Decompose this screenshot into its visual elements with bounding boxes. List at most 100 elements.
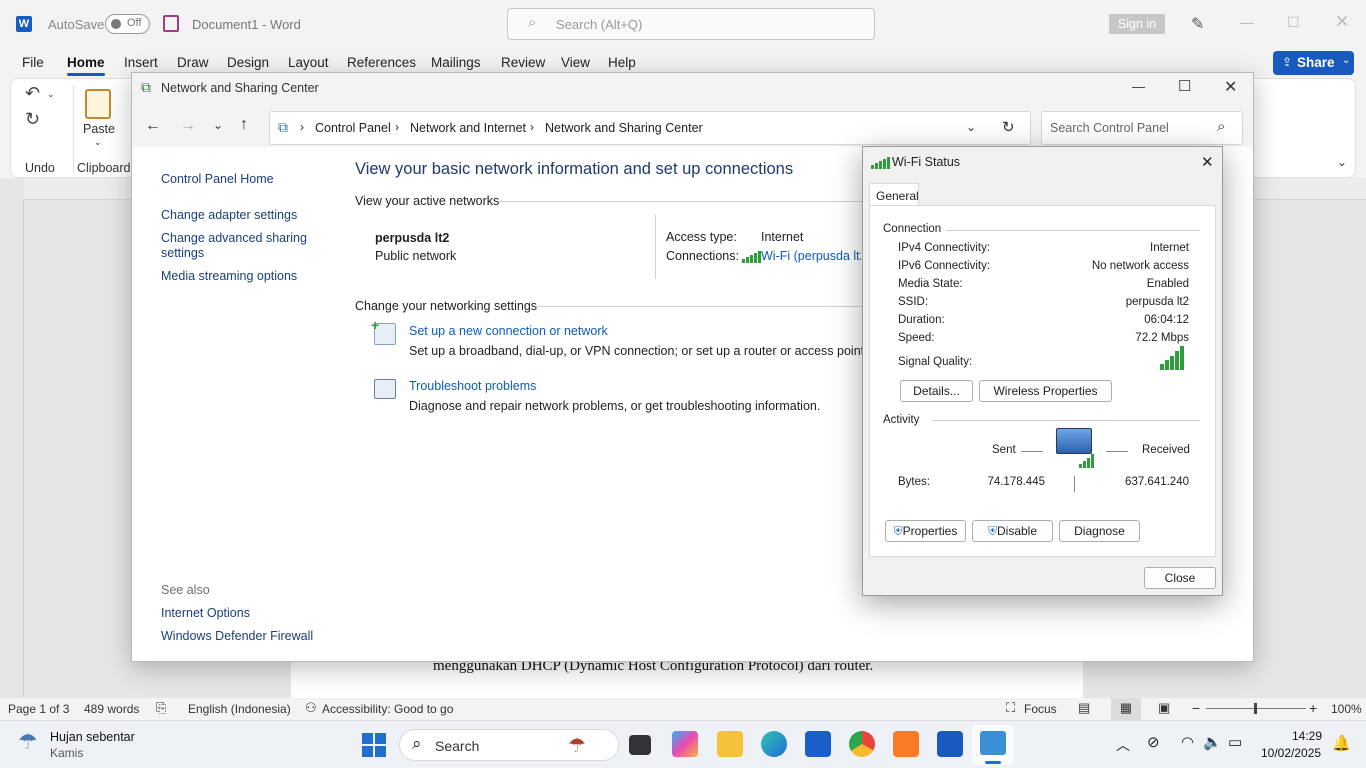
copilot-icon[interactable]: [672, 731, 698, 757]
accessibility-status[interactable]: Accessibility: Good to go: [322, 702, 453, 716]
address-box[interactable]: ⧉ › Control Panel › Network and Internet…: [269, 111, 1031, 145]
sign-in-button[interactable]: Sign in: [1109, 14, 1165, 34]
network-type[interactable]: Public network: [375, 249, 456, 263]
diagnose-button[interactable]: Diagnose: [1059, 520, 1140, 542]
control-panel-small-icon: ⧉: [278, 119, 288, 135]
weather-rain-icon[interactable]: ☂: [18, 729, 38, 755]
word-count[interactable]: 489 words: [84, 702, 139, 716]
zoom-out-icon[interactable]: −: [1192, 700, 1200, 716]
share-button[interactable]: ⇪ Share ⌄: [1273, 51, 1354, 75]
web-layout-icon[interactable]: ▣: [1158, 700, 1170, 716]
change-advanced-sharing-link[interactable]: Change advanced sharing settings: [161, 231, 311, 261]
new-connection-icon: +: [371, 317, 396, 345]
change-adapter-settings-link[interactable]: Change adapter settings: [161, 208, 297, 222]
disable-button[interactable]: ⛨Disable: [972, 520, 1053, 542]
read-mode-icon[interactable]: ▤: [1078, 700, 1090, 716]
forward-arrow-icon[interactable]: →: [180, 117, 196, 135]
back-arrow-icon[interactable]: ←: [145, 117, 161, 135]
chrome-icon[interactable]: [849, 731, 875, 757]
address-dropdown-icon[interactable]: ⌄: [966, 120, 976, 134]
focus-button[interactable]: Focus: [1024, 702, 1057, 716]
up-arrow-icon[interactable]: ↑: [240, 116, 248, 134]
xampp-icon[interactable]: [893, 731, 919, 757]
tab-draw[interactable]: Draw: [177, 55, 209, 70]
chevron-up-icon[interactable]: ︿: [1116, 735, 1130, 755]
tab-home-underline: [67, 73, 105, 76]
tab-general[interactable]: General: [869, 183, 919, 206]
tab-layout[interactable]: Layout: [288, 55, 329, 70]
media-streaming-link[interactable]: Media streaming options: [161, 269, 297, 283]
edge-icon[interactable]: [761, 731, 787, 757]
breadcrumb-network-sharing[interactable]: Network and Sharing Center: [545, 121, 703, 135]
taskbar-search[interactable]: ⌕ Search ☂: [399, 729, 619, 761]
task-view-icon[interactable]: [629, 735, 651, 755]
tab-file[interactable]: File: [22, 55, 44, 70]
zoom-in-icon[interactable]: +: [1309, 700, 1317, 716]
paste-chevron-icon[interactable]: ⌄: [94, 137, 102, 148]
breadcrumb-control-panel[interactable]: Control Panel: [315, 121, 391, 135]
windows-firewall-link[interactable]: Windows Defender Firewall: [161, 629, 313, 643]
zoom-slider-thumb[interactable]: [1254, 703, 1257, 714]
clock-date[interactable]: 10/02/2025: [1261, 746, 1321, 760]
tab-home[interactable]: Home: [67, 55, 105, 70]
troubleshoot-link[interactable]: Troubleshoot problems: [409, 379, 536, 393]
wifi-signal-icon: [742, 249, 762, 263]
cp-maximize-icon[interactable]: ☐: [1178, 77, 1191, 95]
word-search-box[interactable]: ⌕ Search (Alt+Q): [507, 8, 875, 40]
notification-bell-icon[interactable]: 🔔: [1332, 734, 1351, 752]
tab-help[interactable]: Help: [608, 55, 636, 70]
volume-icon[interactable]: 🔈: [1203, 733, 1222, 751]
cp-search-box[interactable]: Search Control Panel ⌕: [1041, 111, 1243, 145]
proofing-icon[interactable]: ⎘: [156, 700, 166, 716]
details-button[interactable]: Details...: [900, 380, 973, 402]
autosave-toggle[interactable]: Off: [105, 14, 150, 34]
wifi-close-icon[interactable]: ✕: [1201, 153, 1214, 171]
word-taskbar-icon[interactable]: [937, 731, 963, 757]
tab-mailings[interactable]: Mailings: [431, 55, 481, 70]
paste-icon[interactable]: [85, 89, 111, 119]
close-icon[interactable]: ✕: [1335, 12, 1349, 32]
paste-label[interactable]: Paste: [83, 122, 115, 136]
properties-button[interactable]: ⛨Properties: [885, 520, 966, 542]
tab-insert[interactable]: Insert: [124, 55, 158, 70]
close-button[interactable]: Close: [1144, 567, 1216, 589]
battery-icon[interactable]: ▭: [1228, 733, 1242, 751]
store-icon[interactable]: [805, 731, 831, 757]
internet-options-link[interactable]: Internet Options: [161, 606, 250, 620]
print-layout-icon[interactable]: ▦: [1111, 698, 1141, 720]
minimize-icon[interactable]: —: [1240, 14, 1254, 30]
file-explorer-icon[interactable]: [717, 731, 743, 757]
wireless-properties-button[interactable]: Wireless Properties: [979, 380, 1112, 402]
undo-icon[interactable]: ↶: [25, 83, 40, 104]
wifi-connection-link[interactable]: Wi-Fi (perpusda lt2): [761, 249, 861, 263]
setup-connection-link[interactable]: Set up a new connection or network: [409, 324, 608, 338]
weather-sub: Kamis: [50, 746, 84, 760]
control-panel-taskbar-button[interactable]: [972, 725, 1014, 765]
tab-view[interactable]: View: [561, 55, 590, 70]
start-button-icon[interactable]: [362, 733, 386, 757]
recent-locations-icon[interactable]: ⌄: [213, 118, 223, 132]
language-status[interactable]: English (Indonesia): [188, 702, 291, 716]
redo-icon[interactable]: ↻: [25, 109, 40, 130]
page-count[interactable]: Page 1 of 3: [8, 702, 69, 716]
zoom-slider[interactable]: [1206, 703, 1306, 714]
tab-design[interactable]: Design: [227, 55, 269, 70]
weather-title[interactable]: Hujan sebentar: [50, 730, 135, 744]
maximize-icon[interactable]: ☐: [1287, 14, 1300, 31]
zoom-level[interactable]: 100%: [1331, 702, 1362, 716]
ribbon-collapse-icon[interactable]: ⌄: [1337, 155, 1347, 169]
clock-time[interactable]: 14:29: [1292, 729, 1322, 743]
control-panel-home-link[interactable]: Control Panel Home: [161, 172, 274, 186]
tab-references[interactable]: References: [347, 55, 416, 70]
no-internet-icon[interactable]: ⊘: [1147, 733, 1160, 751]
breadcrumb-network-internet[interactable]: Network and Internet: [410, 121, 526, 135]
ssid-label: SSID:: [898, 296, 929, 308]
undo-dropdown-icon[interactable]: ⌄: [47, 89, 55, 100]
cp-close-icon[interactable]: ✕: [1224, 77, 1237, 97]
cp-minimize-icon[interactable]: —: [1132, 79, 1145, 94]
refresh-icon[interactable]: ↻: [1002, 118, 1015, 136]
wifi-tray-icon[interactable]: ◠: [1181, 733, 1194, 751]
designer-pen-icon[interactable]: ✎: [1191, 14, 1204, 34]
tab-review[interactable]: Review: [501, 55, 545, 70]
save-icon[interactable]: [163, 15, 179, 32]
